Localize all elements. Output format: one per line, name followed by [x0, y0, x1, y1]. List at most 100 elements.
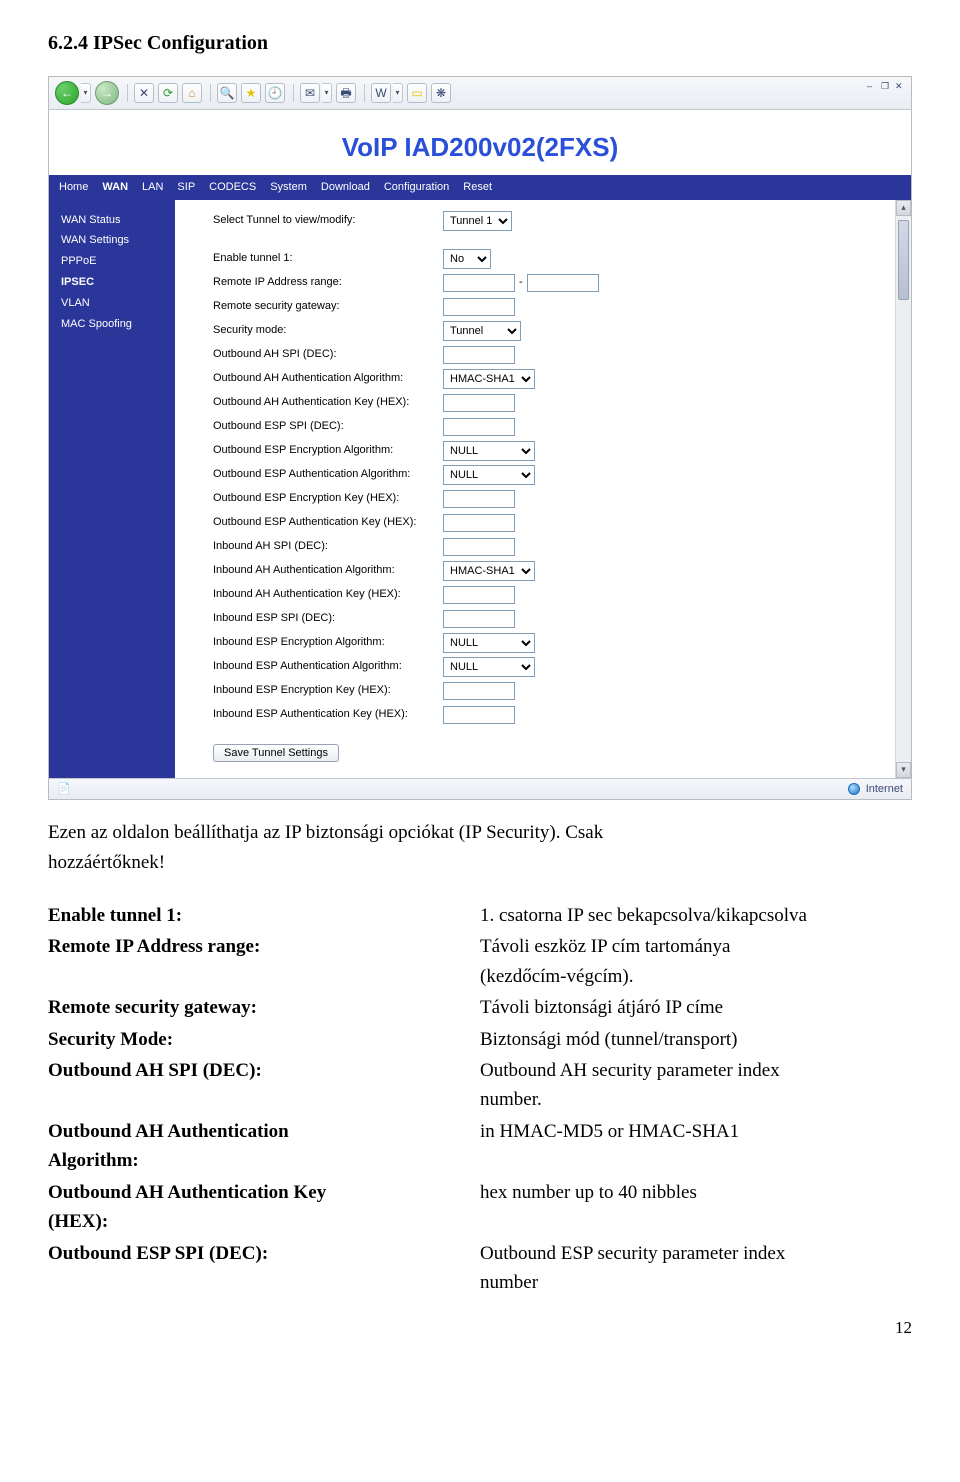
- back-button[interactable]: ←: [55, 81, 79, 105]
- favorites-button[interactable]: ★: [241, 83, 261, 103]
- notes-button[interactable]: ▭: [407, 83, 427, 103]
- out-esp-spi-label: Outbound ESP SPI (DEC):: [213, 418, 443, 435]
- windows-flag-icon: [842, 79, 860, 95]
- in-esp-spi-input[interactable]: [443, 610, 515, 628]
- scroll-thumb[interactable]: [898, 220, 909, 300]
- caption-line2: hozzáértőknek!: [48, 852, 165, 873]
- browser-toolbar: ← ▾ → ✕ ⟳ ⌂ 🔍 ★ 🕘 ✉ ▾ 🖶 W ▾ ▭ ❋ – ❐ ✕: [49, 77, 911, 110]
- window-controls: – ❐ ✕: [843, 79, 907, 95]
- menu-home[interactable]: Home: [59, 179, 88, 196]
- out-ah-auth-key-input[interactable]: [443, 394, 515, 412]
- word-button[interactable]: W: [371, 83, 391, 103]
- menu-system[interactable]: System: [270, 179, 307, 196]
- toolbar-separator: [210, 84, 211, 102]
- sidebar: WAN Status WAN Settings PPPoE IPSEC VLAN…: [49, 200, 175, 778]
- sidebar-mac-spoofing[interactable]: MAC Spoofing: [61, 314, 165, 335]
- status-page-icon: 📄: [57, 781, 71, 798]
- forward-button[interactable]: →: [95, 81, 119, 105]
- in-ah-spi-input[interactable]: [443, 538, 515, 556]
- enable-tunnel-select[interactable]: No: [443, 249, 491, 269]
- back-dropdown[interactable]: ▾: [81, 83, 91, 103]
- remote-gateway-label: Remote security gateway:: [213, 298, 443, 315]
- remote-gateway-input[interactable]: [443, 298, 515, 316]
- minimize-button[interactable]: –: [867, 82, 879, 92]
- toolbar-separator: [127, 84, 128, 102]
- in-esp-enc-algo-select[interactable]: NULL: [443, 633, 535, 653]
- caption: Ezen az oldalon beállíthatja az IP bizto…: [48, 818, 912, 879]
- scroll-up-arrow[interactable]: ▴: [896, 200, 911, 216]
- menu-reset[interactable]: Reset: [463, 179, 492, 196]
- mail-dropdown[interactable]: ▾: [322, 83, 332, 103]
- in-ah-auth-key-label: Inbound AH Authentication Key (HEX):: [213, 586, 443, 603]
- in-ah-auth-algo-select[interactable]: HMAC-SHA1: [443, 561, 535, 581]
- save-tunnel-button[interactable]: Save Tunnel Settings: [213, 744, 339, 762]
- def-term: Enable tunnel 1:: [48, 901, 480, 932]
- history-button[interactable]: 🕘: [265, 83, 285, 103]
- word-dropdown[interactable]: ▾: [393, 83, 403, 103]
- def-term: Remote security gateway:: [48, 993, 480, 1024]
- out-esp-spi-input[interactable]: [443, 418, 515, 436]
- vertical-scrollbar[interactable]: ▴ ▾: [895, 200, 911, 778]
- caption-line1: Ezen az oldalon beállíthatja az IP bizto…: [48, 822, 603, 843]
- internet-zone-icon: [848, 783, 860, 795]
- security-mode-label: Security mode:: [213, 322, 443, 339]
- in-ah-spi-label: Inbound AH SPI (DEC):: [213, 538, 443, 555]
- in-ah-auth-algo-label: Inbound AH Authentication Algorithm:: [213, 562, 443, 579]
- out-esp-auth-key-label: Outbound ESP Authentication Key (HEX):: [213, 514, 443, 531]
- print-button[interactable]: 🖶: [336, 83, 356, 103]
- scroll-down-arrow[interactable]: ▾: [896, 762, 911, 778]
- out-esp-auth-key-input[interactable]: [443, 514, 515, 532]
- home-button[interactable]: ⌂: [182, 83, 202, 103]
- stop-button[interactable]: ✕: [134, 83, 154, 103]
- menu-lan[interactable]: LAN: [142, 179, 163, 196]
- msn-button[interactable]: ❋: [431, 83, 451, 103]
- def-term: Remote IP Address range:: [48, 932, 480, 993]
- remote-ip-end[interactable]: [527, 274, 599, 292]
- sidebar-ipsec[interactable]: IPSEC: [61, 272, 165, 293]
- menu-configuration[interactable]: Configuration: [384, 179, 449, 196]
- in-esp-enc-key-label: Inbound ESP Encryption Key (HEX):: [213, 682, 443, 699]
- def-text: hex number up to 40 nibbles: [480, 1178, 912, 1239]
- section-title: 6.2.4 IPSec Configuration: [48, 28, 912, 58]
- sidebar-wan-status[interactable]: WAN Status: [61, 210, 165, 231]
- toolbar-separator: [364, 84, 365, 102]
- in-ah-auth-key-input[interactable]: [443, 586, 515, 604]
- menu-sip[interactable]: SIP: [177, 179, 195, 196]
- sidebar-wan-settings[interactable]: WAN Settings: [61, 230, 165, 251]
- out-ah-auth-algo-select[interactable]: HMAC-SHA1: [443, 369, 535, 389]
- restore-button[interactable]: ❐: [881, 82, 893, 92]
- out-ah-auth-algo-label: Outbound AH Authentication Algorithm:: [213, 370, 443, 387]
- enable-tunnel-label: Enable tunnel 1:: [213, 250, 443, 267]
- select-tunnel[interactable]: Tunnel 1: [443, 211, 512, 231]
- mail-button[interactable]: ✉: [300, 83, 320, 103]
- in-esp-auth-key-label: Inbound ESP Authentication Key (HEX):: [213, 706, 443, 723]
- def-text: Távoli biztonsági átjáró IP címe: [480, 993, 912, 1024]
- toolbar-separator: [293, 84, 294, 102]
- search-button[interactable]: 🔍: [217, 83, 237, 103]
- refresh-button[interactable]: ⟳: [158, 83, 178, 103]
- def-text: Biztonsági mód (tunnel/transport): [480, 1025, 912, 1056]
- menu-codecs[interactable]: CODECS: [209, 179, 256, 196]
- close-button[interactable]: ✕: [895, 82, 907, 92]
- in-esp-auth-key-input[interactable]: [443, 706, 515, 724]
- menu-download[interactable]: Download: [321, 179, 370, 196]
- out-esp-enc-key-input[interactable]: [443, 490, 515, 508]
- out-ah-auth-key-label: Outbound AH Authentication Key (HEX):: [213, 394, 443, 411]
- remote-ip-start[interactable]: [443, 274, 515, 292]
- def-term: Outbound ESP SPI (DEC):: [48, 1239, 480, 1300]
- in-esp-enc-key-input[interactable]: [443, 682, 515, 700]
- out-ah-spi-label: Outbound AH SPI (DEC):: [213, 346, 443, 363]
- screenshot-window: ← ▾ → ✕ ⟳ ⌂ 🔍 ★ 🕘 ✉ ▾ 🖶 W ▾ ▭ ❋ – ❐ ✕: [48, 76, 912, 800]
- sidebar-pppoe[interactable]: PPPoE: [61, 251, 165, 272]
- out-esp-enc-algo-label: Outbound ESP Encryption Algorithm:: [213, 442, 443, 459]
- in-esp-enc-algo-label: Inbound ESP Encryption Algorithm:: [213, 634, 443, 651]
- sidebar-vlan[interactable]: VLAN: [61, 293, 165, 314]
- out-esp-enc-algo-select[interactable]: NULL: [443, 441, 535, 461]
- in-esp-spi-label: Inbound ESP SPI (DEC):: [213, 610, 443, 627]
- main-menu: Home WAN LAN SIP CODECS System Download …: [49, 175, 911, 200]
- in-esp-auth-algo-select[interactable]: NULL: [443, 657, 535, 677]
- menu-wan[interactable]: WAN: [102, 179, 128, 196]
- security-mode-select[interactable]: Tunnel: [443, 321, 521, 341]
- out-esp-auth-algo-select[interactable]: NULL: [443, 465, 535, 485]
- out-ah-spi-input[interactable]: [443, 346, 515, 364]
